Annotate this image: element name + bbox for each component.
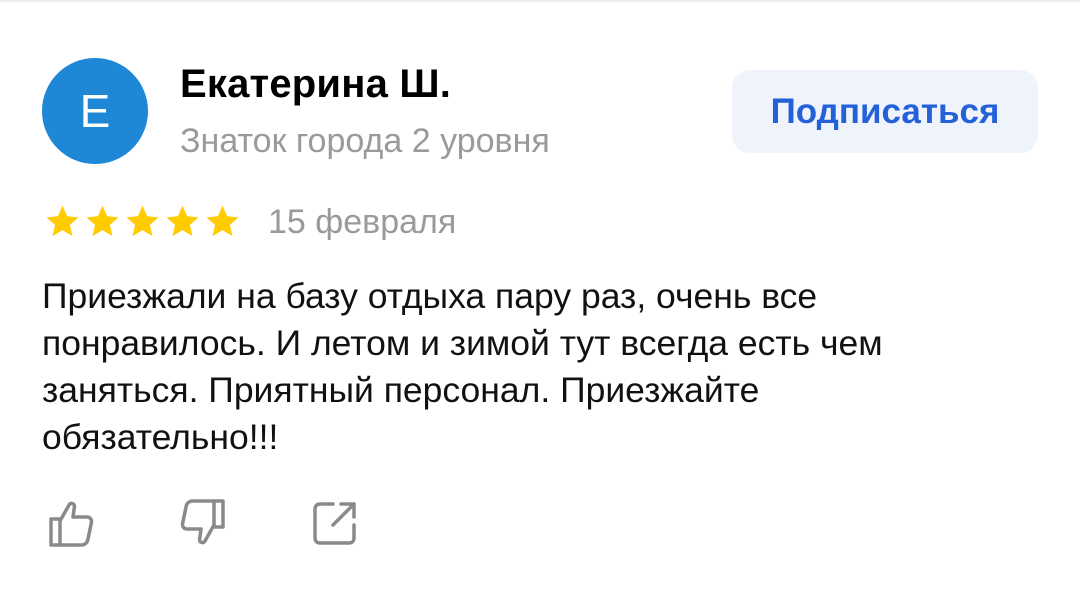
review-date: 15 февраля <box>268 203 457 241</box>
thumbs-down-icon[interactable] <box>172 492 234 554</box>
star-icon <box>86 205 119 237</box>
subscribe-button[interactable]: Подписаться <box>732 70 1038 153</box>
rating-stars <box>44 203 241 240</box>
avatar[interactable]: Е <box>42 58 148 164</box>
divider <box>0 0 1080 2</box>
star-icon <box>126 205 159 237</box>
author-name[interactable]: Екатерина Ш. <box>180 62 451 107</box>
thumbs-up-icon[interactable] <box>40 492 102 554</box>
star-icon <box>46 205 79 237</box>
star-icon <box>166 205 199 237</box>
star-icon <box>206 205 239 237</box>
review-card: Е Екатерина Ш. Знаток города 2 уровня По… <box>0 0 1080 607</box>
review-actions <box>40 492 366 554</box>
review-text: Приезжали на базу отдыха пару раз, очень… <box>42 276 883 457</box>
avatar-letter: Е <box>79 85 111 137</box>
share-icon[interactable] <box>304 492 366 554</box>
author-level: Знаток города 2 уровня <box>180 122 550 160</box>
